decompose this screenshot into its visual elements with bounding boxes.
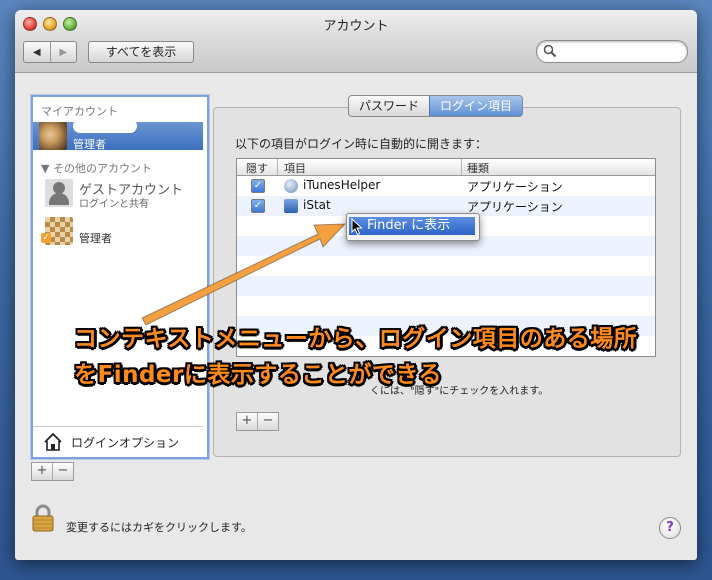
account-item-current-admin[interactable]: 管理者 [33, 119, 203, 151]
window-title: アカウント [323, 19, 389, 34]
login-item-add-remove: + − [236, 412, 279, 431]
column-kind[interactable]: 種類 [467, 160, 489, 176]
titlebar: アカウント ◀ ▶ すべてを表示 [15, 10, 697, 73]
table-row-empty [237, 256, 655, 276]
table-row-empty [237, 276, 655, 296]
house-icon [44, 432, 62, 451]
annotation-caption-line-1: コンテキストメニューから、ログイン項目のある場所 [74, 326, 638, 352]
context-menu: Finder に表示 [346, 213, 480, 241]
add-account-button[interactable]: + [32, 463, 52, 480]
preferences-window: アカウント ◀ ▶ すべてを表示 マイアカウント 管理者 ▼ その他のアカウント… [15, 10, 697, 560]
checkmark-badge-icon: ✓ [41, 233, 51, 243]
show-in-finder-menu-item[interactable]: Finder に表示 [349, 217, 475, 235]
guest-avatar-icon [45, 179, 73, 207]
account-role-label: 管理者 [73, 138, 106, 151]
login-options-label: ログインオプション [71, 436, 180, 450]
tab-bar: パスワード ログイン項目 [348, 95, 524, 117]
account-add-remove: + − [31, 462, 74, 481]
search-icon [543, 44, 557, 58]
item-name: iTunesHelper [303, 178, 381, 192]
mouse-pointer-icon [351, 218, 363, 236]
other-accounts-header[interactable]: ▼ その他のアカウント [41, 160, 152, 176]
account-item-admin[interactable]: ✓ 管理者 [39, 217, 199, 245]
annotation-caption-line-2: をFinderに表示することができる [74, 362, 442, 388]
item-name: iStat [303, 198, 331, 212]
table-row[interactable]: ✓ iTunesHelper アプリケーション [237, 176, 655, 196]
account-role-label: 管理者 [79, 232, 112, 245]
help-button[interactable]: ? [659, 517, 681, 539]
user-avatar [39, 122, 67, 150]
account-list: マイアカウント 管理者 ▼ その他のアカウント ゲストアカウント ログインと共有… [31, 95, 209, 459]
login-options-item[interactable]: ログインオプション [33, 426, 203, 457]
tab-password[interactable]: パスワード [349, 96, 430, 116]
search-field[interactable] [536, 40, 688, 63]
remove-account-button[interactable]: − [52, 463, 73, 480]
guest-account-subtitle: ログインと共有 [79, 199, 149, 210]
lock-icon[interactable] [32, 504, 54, 532]
back-button[interactable]: ◀ [24, 42, 50, 62]
hide-checkbox[interactable]: ✓ [251, 179, 265, 193]
item-type: アプリケーション [467, 180, 563, 194]
itunes-helper-icon [284, 179, 298, 193]
show-all-button[interactable]: すべてを表示 [88, 41, 194, 63]
table-row-empty [237, 296, 655, 316]
item-type: アプリケーション [467, 200, 563, 214]
tab-login-items[interactable]: ログイン項目 [429, 96, 523, 116]
column-item[interactable]: 項目 [284, 160, 306, 176]
lock-instruction: 変更するにはカギをクリックします。 [66, 521, 252, 534]
my-account-header: マイアカウント [41, 105, 118, 118]
column-hide[interactable]: 隠す [246, 160, 268, 176]
remove-login-item-button[interactable]: − [257, 413, 278, 430]
redacted-username [73, 119, 137, 133]
hide-checkbox[interactable]: ✓ [251, 199, 265, 213]
back-forward-group: ◀ ▶ [23, 41, 77, 63]
istat-app-icon [284, 199, 298, 213]
login-items-intro: 以下の項目がログイン時に自動的に開きます： [235, 137, 488, 151]
table-header: 隠す 項目 種類 [237, 159, 655, 176]
forward-button[interactable]: ▶ [49, 42, 77, 62]
account-item-guest[interactable]: ゲストアカウント ログインと共有 [39, 179, 199, 210]
add-login-item-button[interactable]: + [237, 413, 257, 430]
